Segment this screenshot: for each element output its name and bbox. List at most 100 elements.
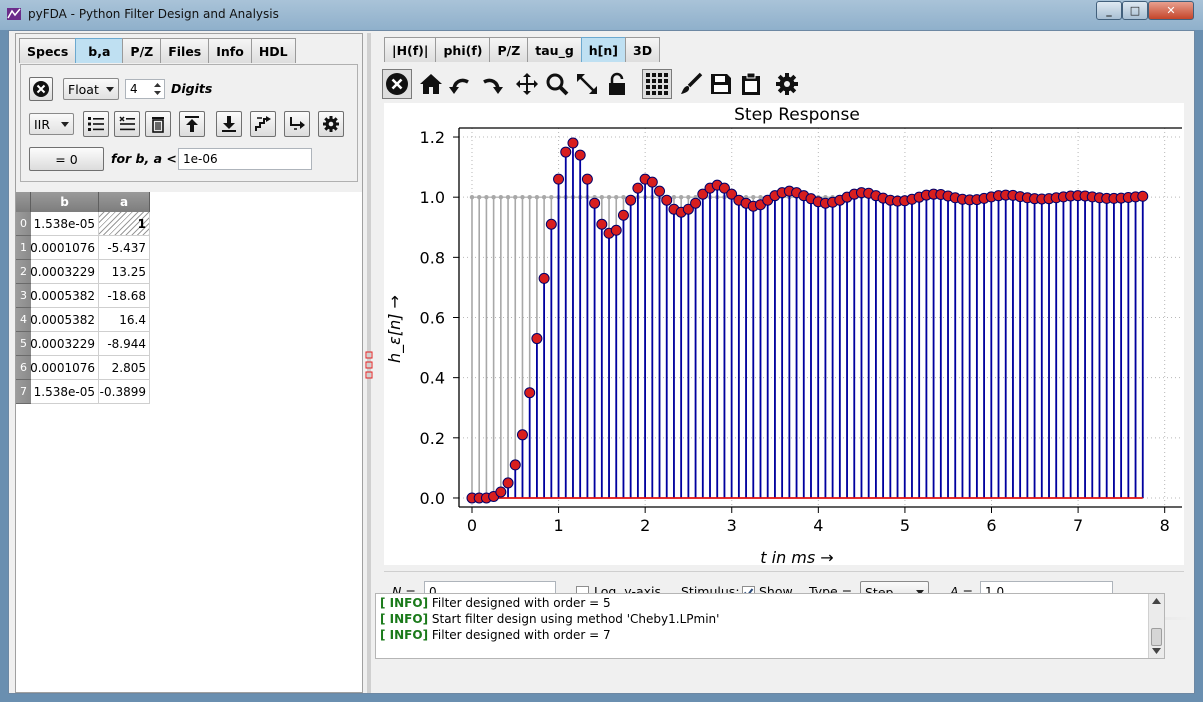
convert-icon [290,117,305,130]
log-text: Filter designed with order = 7 [428,628,611,642]
delete-table-button[interactable] [145,111,171,137]
log-window[interactable]: [ INFO] Filter designed with order = 5 [… [375,593,1165,659]
set-zero-button[interactable]: = 0 [29,147,104,171]
pan-button[interactable] [512,69,542,99]
tab-info[interactable]: Info [208,38,252,63]
cell-a[interactable]: -18.68 [99,284,150,308]
cell-b[interactable]: 0.0001076 [30,236,99,260]
home-icon [420,74,442,94]
row-header[interactable]: 2 [16,260,31,284]
tab-group-delay[interactable]: tau_g [527,37,582,62]
cell-b[interactable]: 0.0003229 [30,332,99,356]
tab-phase[interactable]: phi(f) [435,37,491,62]
x-tick-label: 6 [986,516,996,535]
tab-hdl[interactable]: HDL [250,38,296,63]
add-row-button[interactable] [83,111,109,137]
autoscale-button[interactable] [572,69,602,99]
save-to-filter-button[interactable] [216,111,242,137]
log-line: [ INFO] Filter designed with order = 5 [380,596,611,610]
cell-b[interactable]: 0.0001076 [30,356,99,380]
close-window-button[interactable]: ✕ [1148,1,1194,20]
convert-button[interactable] [284,111,310,137]
gear-icon [323,116,339,132]
cell-b[interactable]: 1.538e-05 [31,212,99,236]
tab-specs[interactable]: Specs [19,38,77,63]
cell-b[interactable]: 0.0005382 [30,308,99,332]
cell-a[interactable]: 13.25 [99,260,150,284]
step-response-chart[interactable]: 0 1 2 3 4 5 6 7 8 0.0 0.2 0.4 0.6 0.8 1.0 1.2 Step Resp… [384,103,1184,567]
row-header[interactable]: 6 [16,356,31,380]
load-button[interactable] [179,111,205,137]
undo-button[interactable] [446,69,476,99]
format-select[interactable]: Float [63,78,119,100]
tab-ba[interactable]: b,a [75,38,124,63]
quantize-button[interactable] [250,111,276,137]
plot-canvas[interactable]: 0 1 2 3 4 5 6 7 8 0.0 0.2 0.4 0.6 0.8 1.0 1.2 Step Resp… [384,103,1184,567]
response-marker [516,429,528,441]
zoom-button[interactable] [542,69,572,99]
tab-pole-zero[interactable]: P/Z [489,37,529,62]
digits-value: 4 [130,82,138,96]
cell-a[interactable]: -5.437 [99,236,150,260]
settings-button[interactable] [318,111,344,137]
cell-b[interactable]: 0.0005382 [30,284,99,308]
tab-magnitude[interactable]: |H(f)| [384,37,437,62]
cell-a[interactable]: 16.4 [99,308,150,332]
home-button[interactable] [416,69,446,99]
delete-rows-button[interactable] [114,111,140,137]
tab-impulse-response[interactable]: h[n] [580,37,627,62]
row-header[interactable]: 7 [16,380,31,404]
splitter-handle-icon [365,351,373,379]
cell-b[interactable]: 1.538e-05 [31,380,99,404]
grid-button[interactable] [642,69,672,99]
plot-settings-button[interactable] [772,69,802,99]
table-corner [16,192,31,212]
brush-icon [681,72,703,94]
lock-button[interactable] [602,69,632,99]
cell-a[interactable]: 2.805 [99,356,150,380]
column-header-b[interactable]: b [31,192,99,212]
response-marker [589,197,601,209]
save-button[interactable] [706,69,736,99]
y-tick-label: 0.0 [420,489,445,508]
chevron-down-icon [61,122,69,127]
tab-pz[interactable]: P/Z [122,38,162,63]
cell-a[interactable]: 1 [99,212,150,236]
row-header[interactable]: 5 [16,332,31,356]
tab-3d[interactable]: 3D [625,37,661,62]
zoom-icon [546,73,569,96]
log-tag: [ INFO] [380,596,429,610]
cell-a[interactable]: -0.3899 [99,380,150,404]
log-scrollbar[interactable] [1148,594,1164,658]
row-header[interactable]: 1 [16,236,31,260]
redo-button[interactable] [476,69,506,99]
clear-button[interactable] [29,77,53,101]
copy-to-clipboard-button[interactable] [736,69,766,99]
digits-spinbox[interactable]: 4 [125,79,165,99]
left-panel: Specs b,a P/Z Files Info HDL Float 4 Dig… [15,33,363,693]
digits-label: Digits [171,81,213,96]
list-remove-icon [119,116,135,131]
toolbar-close-button[interactable] [382,69,412,99]
ba-controls-panel: Float 4 Digits IIR = 0 for b, a < 1e-06 [20,64,358,182]
cell-a[interactable]: -8.944 [99,332,150,356]
response-marker [596,218,608,230]
eps-input[interactable]: 1e-06 [178,148,312,170]
row-header[interactable]: 3 [16,284,31,308]
response-marker [574,149,586,161]
response-marker [538,272,550,284]
maximize-button[interactable]: □ [1122,1,1148,20]
row-header[interactable]: 0 [16,212,31,236]
column-header-a[interactable]: a [99,192,150,212]
brush-button[interactable] [676,69,706,99]
cell-b[interactable]: 0.0003229 [30,260,99,284]
filter-type-select[interactable]: IIR [29,113,74,135]
minimize-button[interactable]: _ [1096,1,1122,20]
log-line: [ INFO] Filter designed with order = 7 [380,628,611,642]
row-header[interactable]: 4 [16,308,31,332]
axes: 0 1 2 3 4 5 6 7 8 0.0 0.2 0.4 0.6 0.8 1.0 1.2 [420,127,1182,535]
scrollbar-thumb[interactable] [1151,628,1162,646]
response-marker [625,194,637,206]
y-tick-label: 0.2 [420,429,445,448]
tab-files[interactable]: Files [160,38,210,63]
